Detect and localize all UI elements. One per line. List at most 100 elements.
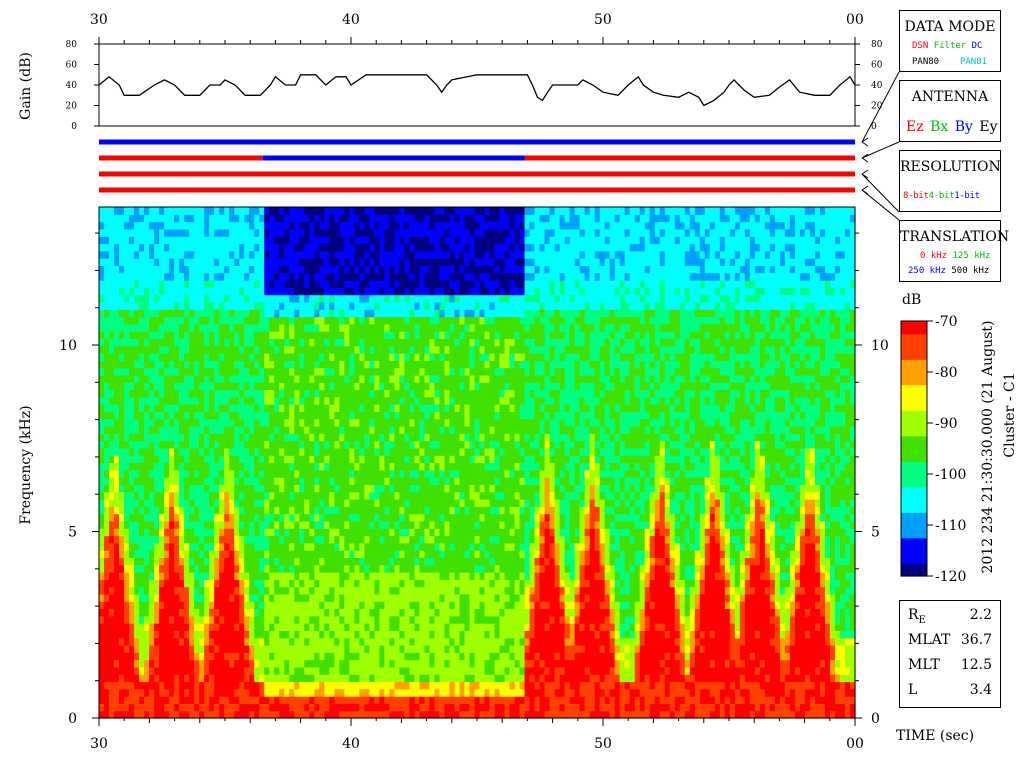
spectrogram-cell xyxy=(214,250,220,259)
spectrogram-cell xyxy=(414,309,421,318)
spectrogram-cell xyxy=(219,258,225,266)
spectrogram-cell xyxy=(239,615,245,624)
spectrogram-cell xyxy=(194,630,200,639)
spectrogram-cell xyxy=(169,659,175,668)
spectrogram-cell xyxy=(429,462,436,471)
spectrogram-cell xyxy=(214,674,220,683)
spectrogram-cell xyxy=(179,265,185,274)
spectrogram-cell xyxy=(314,550,320,558)
spectrogram-cell xyxy=(289,484,295,493)
spectrogram-cell xyxy=(269,462,275,471)
spectrogram-cell xyxy=(379,623,385,631)
spectrogram-cell xyxy=(219,382,225,391)
spectrogram-cell xyxy=(254,367,260,376)
spectrogram-cell xyxy=(284,396,290,405)
spectrogram-cell xyxy=(379,491,385,500)
spectrogram-cell xyxy=(339,287,345,296)
spectrogram-cell xyxy=(439,586,446,595)
spectrogram-cell xyxy=(289,469,295,478)
spectrogram-cell xyxy=(319,309,325,318)
spectrogram-cell xyxy=(294,228,300,237)
spectrogram-cell xyxy=(419,659,426,668)
spectrogram-cell xyxy=(159,411,165,420)
spectrogram-cell xyxy=(119,696,125,704)
spectrogram-cell xyxy=(109,360,115,369)
spectrogram-cell xyxy=(444,316,451,325)
spectrogram-cell xyxy=(174,316,180,325)
spectrogram-cell xyxy=(379,258,385,266)
spectrogram-cell xyxy=(254,645,260,653)
spectrogram-cell xyxy=(314,374,320,383)
spectrogram-cell xyxy=(324,294,330,303)
spectrogram-cell xyxy=(314,499,320,507)
spectrogram-cell xyxy=(189,564,195,573)
spectrogram-cell xyxy=(254,520,260,529)
spectrogram-cell xyxy=(419,484,426,493)
spectrogram-cell xyxy=(184,323,190,332)
spectrogram-cell xyxy=(339,652,345,661)
spectrogram-cell xyxy=(279,645,285,653)
spectrogram-cell xyxy=(339,418,345,427)
spectrogram-cell xyxy=(269,280,275,288)
spectrogram-cell xyxy=(344,221,350,230)
spectrogram-cell xyxy=(334,221,340,230)
spectrogram-cell xyxy=(204,557,210,566)
spectrogram-cell xyxy=(364,710,370,719)
spectrogram-cell xyxy=(419,287,426,296)
spectrogram-cell xyxy=(114,491,120,500)
spectrogram-cell xyxy=(224,353,230,361)
spectrogram-cell xyxy=(294,674,300,683)
spectrogram-cell xyxy=(174,411,180,420)
spectrogram-cell xyxy=(344,418,350,427)
spectrogram-cell xyxy=(329,696,335,704)
spectrogram-cell xyxy=(294,572,300,580)
spectrogram-cell xyxy=(354,681,360,690)
spectrogram-cell xyxy=(384,280,390,288)
spectrogram-cell xyxy=(154,593,160,602)
spectrogram-cell xyxy=(324,280,330,288)
spectrogram-cell xyxy=(144,484,150,493)
spectrogram-cell xyxy=(324,710,330,719)
spectrogram-cell xyxy=(104,243,110,252)
spectrogram-cell xyxy=(404,659,411,668)
spectrogram-cell xyxy=(209,564,215,573)
spectrogram-cell xyxy=(324,593,330,602)
spectrogram-cell xyxy=(444,615,451,624)
spectrogram-cell xyxy=(429,345,436,354)
spectrogram-cell xyxy=(199,666,205,675)
spectrogram-cell xyxy=(289,301,295,310)
spectrogram-cell xyxy=(389,666,395,675)
spectrogram-cell xyxy=(339,586,345,595)
spectrogram-cell xyxy=(404,207,411,215)
spectrogram-cell xyxy=(329,294,335,303)
spectrogram-cell xyxy=(239,601,245,610)
spectrogram-cell xyxy=(119,520,125,529)
spectrogram-cell xyxy=(294,652,300,661)
spectrogram-cell xyxy=(424,360,431,369)
spectrogram-cell xyxy=(234,214,240,223)
spectrogram-cell xyxy=(224,382,230,391)
spectrogram-cell xyxy=(224,426,230,434)
spectrogram-cell xyxy=(419,674,426,683)
spectrogram-cell xyxy=(374,258,380,266)
spectrogram-cell xyxy=(129,323,135,332)
spectrogram-cell xyxy=(434,250,441,259)
spectrogram-cell xyxy=(334,688,340,697)
spectrogram-cell xyxy=(379,455,385,464)
spectrogram-cell xyxy=(134,520,140,529)
spectrogram-cell xyxy=(359,645,365,653)
spectrogram-cell xyxy=(224,623,230,631)
spectrogram-cell xyxy=(229,258,235,266)
spectrogram-cell xyxy=(139,221,145,230)
spectrogram-cell xyxy=(174,557,180,566)
spectrogram-cell xyxy=(249,440,255,449)
spectrogram-cell xyxy=(424,469,431,478)
spectrogram-cell xyxy=(159,652,165,661)
spectrogram-cell xyxy=(364,572,370,580)
spectrogram-cell xyxy=(309,353,315,361)
spectrogram-cell xyxy=(324,404,330,412)
spectrogram-cell xyxy=(99,506,105,515)
spectrogram-cell xyxy=(289,280,295,288)
spectrogram-cell xyxy=(409,710,416,719)
spectrogram-cell xyxy=(184,608,190,617)
